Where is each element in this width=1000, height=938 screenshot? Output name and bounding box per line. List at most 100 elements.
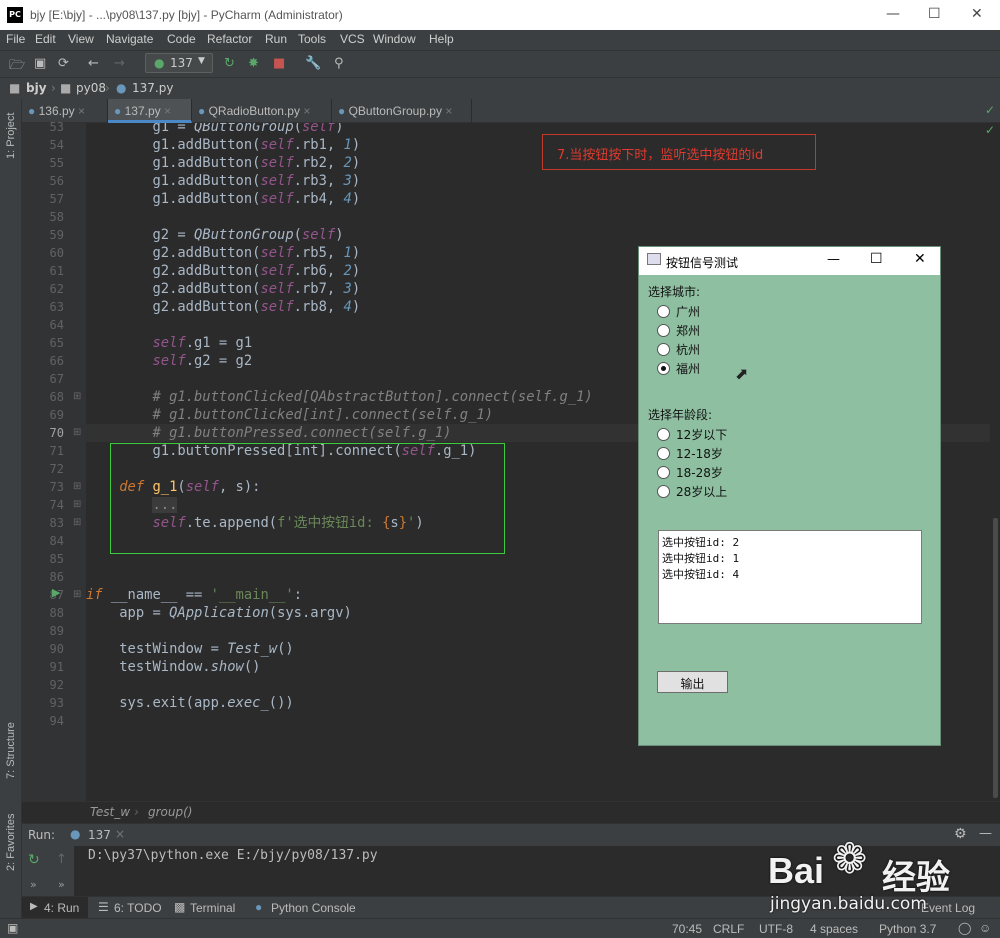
fold-icon[interactable]: ⊞ — [73, 517, 81, 528]
inspector-icon[interactable]: ☺ — [979, 921, 991, 935]
code-line: app = QApplication(sys.argv) — [86, 605, 352, 621]
menu-view[interactable]: View — [68, 32, 94, 46]
run-config-select[interactable]: ● 137 ▼ — [145, 53, 213, 73]
paw-icon: ❁ — [832, 834, 868, 883]
code-line: g1.addButton(self.rb3, 3) — [86, 173, 361, 189]
maximize-icon[interactable]: ☐ — [928, 6, 941, 22]
hide-panel-icon[interactable]: — — [979, 826, 992, 841]
radio-city-4[interactable] — [657, 362, 670, 375]
tab-137[interactable]: ● 137.py × — [108, 99, 192, 123]
close-tab-icon[interactable]: × — [303, 104, 310, 118]
run-tab-137[interactable]: 137 — [88, 828, 111, 842]
fold-icon[interactable]: ⊞ — [73, 427, 81, 438]
expand-icon[interactable]: » — [58, 878, 65, 891]
tab-qbuttongroup[interactable]: ● QButtonGroup.py × — [332, 99, 472, 123]
tab-qradiobutton[interactable]: ● QRadioButton.py × — [192, 99, 332, 123]
file-encoding[interactable]: UTF-8 — [759, 922, 793, 936]
menu-code[interactable]: Code — [167, 32, 196, 46]
radio-age-1[interactable] — [657, 428, 670, 441]
line-separator[interactable]: CRLF — [713, 922, 744, 936]
back-icon[interactable]: ← — [88, 56, 99, 71]
inspection-ok-icon: ✓ — [985, 103, 996, 117]
open-folder-icon[interactable]: 🗁 — [9, 56, 25, 78]
radio-label[interactable]: 福州 — [676, 360, 700, 377]
scrollbar-thumb[interactable] — [993, 518, 998, 798]
tab-run[interactable]: ▶ 4: Run — [22, 897, 88, 919]
radio-label[interactable]: 杭州 — [676, 341, 700, 358]
menu-edit[interactable]: Edit — [35, 32, 56, 46]
up-arrow-icon[interactable]: ↑ — [56, 852, 67, 867]
line-number: 68 — [49, 390, 64, 404]
structure-tool-tab[interactable]: 7: Structure — [5, 722, 17, 779]
menu-refactor[interactable]: Refactor — [207, 32, 252, 46]
lock-icon[interactable]: ◯ — [958, 921, 971, 935]
favorites-tool-tab[interactable]: 2: Favorites — [5, 814, 17, 871]
nav-project[interactable]: bjy — [26, 81, 47, 95]
settings-wrench-icon[interactable]: 🔧 — [305, 56, 321, 71]
stop-icon[interactable]: ■ — [273, 56, 285, 71]
save-icon[interactable]: ▣ — [34, 56, 46, 71]
run-gutter-icon[interactable]: ▶ — [52, 586, 60, 599]
menu-navigate[interactable]: Navigate — [106, 32, 153, 46]
fold-icon[interactable]: ⊞ — [73, 481, 81, 492]
line-number: 62 — [49, 282, 64, 296]
radio-label[interactable]: 18-28岁 — [676, 464, 723, 481]
minimize-icon[interactable]: — — [827, 252, 840, 267]
caret-position[interactable]: 70:45 — [672, 922, 702, 936]
nav-file[interactable]: 137.py — [132, 81, 173, 95]
qt-demo-window[interactable]: 按钮信号测试 — ☐ ✕ 选择城市: 广州 郑州 杭州 福州 ⬈ 选择年龄段: … — [638, 246, 941, 746]
output-button[interactable]: 输出 — [657, 671, 728, 693]
menu-window[interactable]: Window — [373, 32, 416, 46]
radio-age-2[interactable] — [657, 447, 670, 460]
menu-tools[interactable]: Tools — [298, 32, 326, 46]
rerun-icon[interactable]: ↻ — [28, 852, 40, 868]
radio-label[interactable]: 12-18岁 — [676, 445, 723, 462]
fold-icon[interactable]: ⊞ — [73, 589, 81, 600]
close-tab-icon[interactable]: × — [115, 827, 125, 841]
fold-icon[interactable]: ⊞ — [73, 499, 81, 510]
rerun-icon[interactable]: ↻ — [224, 56, 235, 71]
menu-help[interactable]: Help — [429, 32, 454, 46]
radio-age-3[interactable] — [657, 466, 670, 479]
maximize-icon[interactable]: ☐ — [870, 251, 883, 267]
menu-file[interactable]: File — [6, 32, 25, 46]
breadcrumb-method[interactable]: group() — [148, 805, 192, 819]
radio-city-1[interactable] — [657, 305, 670, 318]
radio-city-2[interactable] — [657, 324, 670, 337]
sync-icon[interactable]: ⟳ — [58, 56, 69, 71]
tab-136[interactable]: ● 136.py × — [22, 99, 108, 123]
radio-age-4[interactable] — [657, 485, 670, 498]
radio-label[interactable]: 广州 — [676, 303, 700, 320]
indent-setting[interactable]: 4 spaces — [810, 922, 858, 936]
python-config-icon: ● — [154, 56, 165, 70]
radio-label[interactable]: 12岁以下 — [676, 426, 727, 443]
close-icon[interactable]: ✕ — [971, 6, 983, 22]
forward-icon[interactable]: → — [114, 56, 125, 71]
close-tab-icon[interactable]: × — [445, 104, 452, 118]
output-text-edit[interactable]: 选中按钮id: 2 选中按钮id: 1 选中按钮id: 4 — [658, 530, 922, 624]
nav-folder[interactable]: py08 — [76, 81, 106, 95]
radio-city-3[interactable] — [657, 343, 670, 356]
radio-label[interactable]: 郑州 — [676, 322, 700, 339]
line-number: 69 — [49, 408, 64, 422]
fold-icon[interactable]: ⊞ — [73, 391, 81, 402]
debug-icon[interactable]: ✸ — [248, 56, 259, 71]
editor-scrollbar[interactable]: ✓ — [985, 123, 1000, 801]
radio-label[interactable]: 28岁以上 — [676, 483, 727, 500]
close-tab-icon[interactable]: × — [164, 104, 171, 118]
python-file-icon: ● — [338, 104, 346, 118]
python-file-icon: ● — [198, 104, 206, 118]
code-line: g1 = QButtonGroup(self) — [86, 123, 344, 135]
layout-icon[interactable]: ▣ — [7, 921, 18, 935]
expand-icon[interactable]: » — [30, 878, 37, 891]
python-interpreter[interactable]: Python 3.7 — [879, 922, 936, 936]
breadcrumb-class[interactable]: Test_w — [90, 805, 130, 819]
minimize-icon[interactable]: — — [886, 6, 900, 22]
search-icon[interactable]: ⚲ — [334, 56, 344, 71]
close-icon[interactable]: ✕ — [914, 251, 926, 267]
close-tab-icon[interactable]: × — [78, 104, 85, 118]
menu-run[interactable]: Run — [265, 32, 287, 46]
project-tool-tab[interactable]: 1: Project — [5, 113, 17, 159]
menu-vcs[interactable]: VCS — [340, 32, 365, 46]
line-number: 64 — [49, 318, 64, 332]
